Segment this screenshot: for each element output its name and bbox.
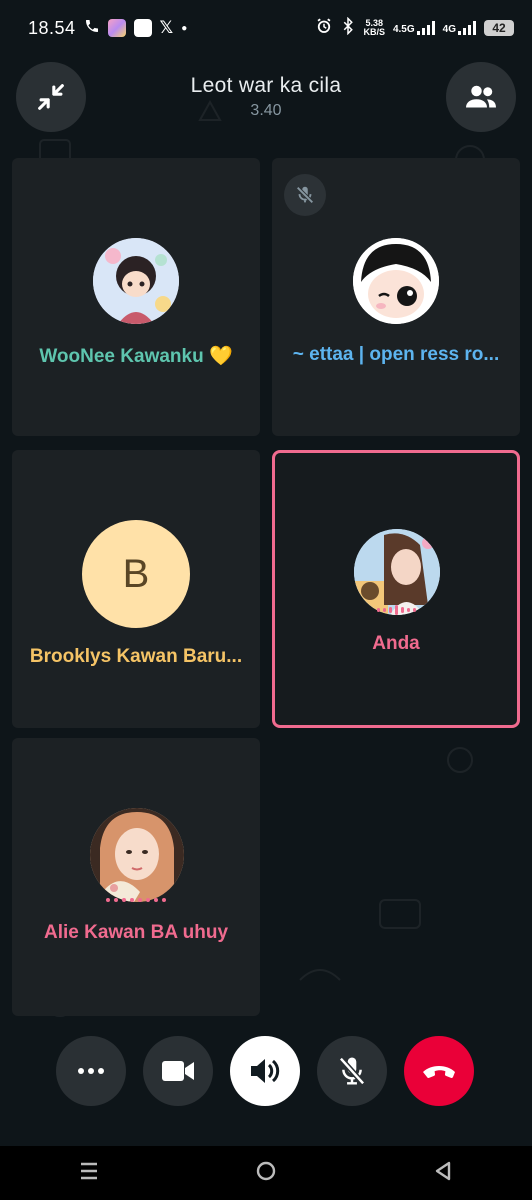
avatar	[93, 238, 179, 324]
mic-off-icon	[338, 1056, 366, 1086]
participant-tile[interactable]: B Brooklys Kawan Baru...	[12, 450, 260, 728]
signal-1-icon: 4.5G	[393, 21, 435, 35]
more-notifications-icon: ●	[181, 22, 188, 34]
speaker-icon	[251, 1059, 280, 1083]
battery-icon: 42	[484, 20, 514, 36]
signal-2-icon: 4G	[443, 21, 476, 35]
avatar: B	[82, 520, 190, 628]
back-button[interactable]	[432, 1160, 454, 1187]
avatar	[90, 808, 184, 902]
participant-name: WooNee Kawanku 💛	[39, 346, 233, 367]
participant-tile[interactable]: WooNee Kawanku 💛	[12, 158, 260, 436]
participants-icon	[466, 85, 496, 108]
avatar	[354, 529, 440, 615]
avatar	[353, 238, 439, 324]
participant-tile[interactable]: ~ ettaa | open ress ro...	[272, 158, 520, 436]
participants-button[interactable]	[446, 62, 516, 132]
home-icon	[256, 1161, 276, 1180]
self-tile[interactable]: Anda	[272, 450, 520, 728]
muted-indicator	[284, 174, 326, 216]
participant-name: Anda	[372, 633, 420, 654]
call-screen: 18.54 𝕏 ● 5.38 KB/S 4.5G 4G 42 Leot war …	[0, 0, 532, 1200]
participant-tile[interactable]: Alie Kawan BA uhuy	[12, 738, 260, 1016]
speaker-button[interactable]	[230, 1036, 300, 1106]
alarm-icon	[315, 17, 333, 40]
bluetooth-icon	[341, 16, 355, 40]
video-icon	[162, 1061, 194, 1081]
mute-button[interactable]	[317, 1036, 387, 1106]
connecting-dots	[12, 898, 260, 902]
recents-button[interactable]	[78, 1160, 100, 1187]
phone-icon	[84, 18, 100, 39]
video-toggle-button[interactable]	[143, 1036, 213, 1106]
mic-off-icon	[296, 186, 314, 204]
speaking-indicator	[275, 605, 517, 615]
status-bar: 18.54 𝕏 ● 5.38 KB/S 4.5G 4G 42	[0, 0, 532, 56]
app-notification-icon	[107, 19, 126, 37]
white-app-icon	[133, 19, 152, 37]
avatar-initial: B	[122, 551, 150, 596]
system-nav-bar	[0, 1146, 532, 1200]
back-icon	[436, 1161, 451, 1180]
end-call-button[interactable]	[404, 1036, 474, 1106]
more-options-button[interactable]	[56, 1036, 126, 1106]
home-button[interactable]	[255, 1160, 277, 1187]
x-app-icon: 𝕏	[159, 18, 174, 37]
participant-name: ~ ettaa | open ress ro...	[292, 344, 500, 365]
status-time: 18.54	[28, 17, 76, 38]
participant-name: Brooklys Kawan Baru...	[29, 646, 243, 667]
more-icon	[78, 1068, 104, 1074]
participant-name: Alie Kawan BA uhuy	[43, 922, 229, 943]
end-call-icon	[423, 1066, 455, 1078]
recents-icon	[80, 1162, 97, 1179]
net-speed: 5.38 KB/S	[363, 18, 385, 37]
